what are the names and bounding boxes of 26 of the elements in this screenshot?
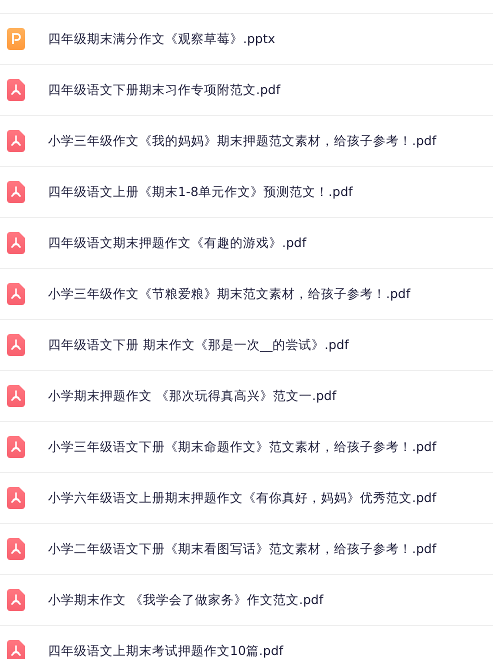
pdf-file-icon xyxy=(7,385,25,407)
pdf-file-icon xyxy=(7,334,25,356)
pdf-file-icon xyxy=(7,487,25,509)
file-name[interactable]: 小学二年级语文下册《期末看图写话》范文素材，给孩子参考！.pdf xyxy=(48,540,436,558)
slides-file-icon xyxy=(7,28,25,50)
file-name[interactable]: 小学期末作文 《我学会了做家务》作文范文.pdf xyxy=(48,592,324,608)
file-name[interactable]: 四年级语文上期末考试押题作文10篇.pdf xyxy=(48,642,284,659)
file-name[interactable]: 四年级语文下册期末习作专项附范文.pdf xyxy=(48,82,280,98)
file-name[interactable]: 小学三年级作文《节粮爱粮》期末范文素材，给孩子参考！.pdf xyxy=(48,286,410,302)
pdf-file-icon xyxy=(7,79,25,101)
pdf-file-icon xyxy=(7,436,25,458)
file-name[interactable]: 四年级语文上册《期末1-8单元作文》预测范文！.pdf xyxy=(48,184,353,200)
file-name[interactable]: 小学期末押题作文 《那次玩得真高兴》范文一.pdf xyxy=(48,388,336,404)
file-name[interactable]: 四年级期末满分作文《观察草莓》.pptx xyxy=(48,30,276,48)
pdf-file-icon xyxy=(7,283,25,305)
pdf-file-icon xyxy=(7,538,25,560)
pdf-file-icon xyxy=(7,589,25,611)
file-name[interactable]: 小学三年级作文《我的妈妈》期末押题范文素材，给孩子参考！.pdf xyxy=(48,132,436,150)
file-name[interactable]: 小学六年级语文上册期末押题作文《有你真好，妈妈》优秀范文.pdf xyxy=(48,490,436,506)
pdf-file-icon xyxy=(7,232,25,254)
pdf-file-icon xyxy=(7,130,25,152)
file-name[interactable]: 小学三年级语文下册《期末命题作文》范文素材，给孩子参考！.pdf xyxy=(48,438,436,456)
pdf-file-icon xyxy=(7,181,25,203)
file-name[interactable]: 四年级语文下册 期末作文《那是一次__的尝试》.pdf xyxy=(48,336,349,354)
file-name[interactable]: 四年级语文期末押题作文《有趣的游戏》.pdf xyxy=(48,234,306,252)
pdf-file-icon xyxy=(7,640,25,659)
